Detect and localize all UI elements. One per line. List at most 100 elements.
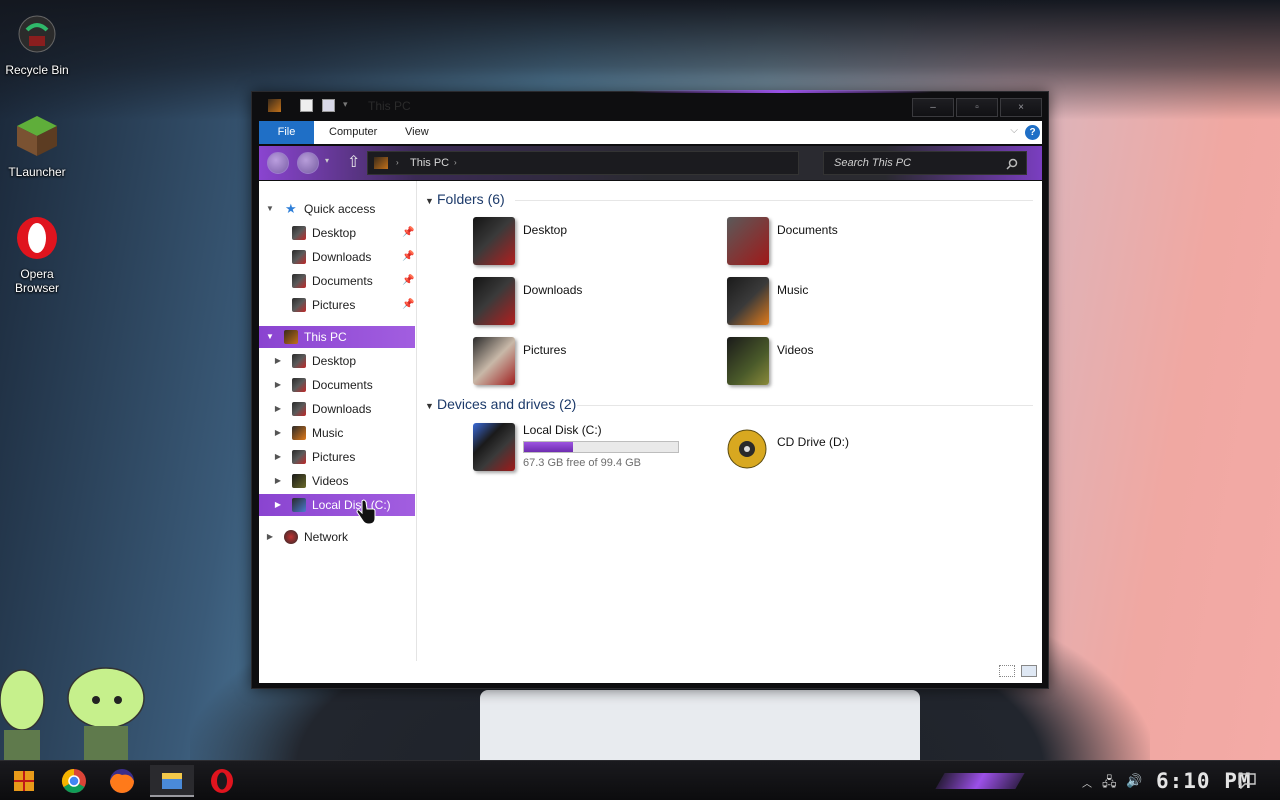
desktop-icon-label: Opera Browser — [14, 267, 59, 295]
nav-label: Desktop — [312, 226, 357, 240]
taskbar-app-file-explorer[interactable] — [150, 765, 194, 797]
nav-pc-desktop[interactable]: ▶ Desktop — [259, 350, 415, 372]
collapse-icon[interactable]: ▼ — [425, 401, 437, 411]
taskbar-app-opera[interactable] — [200, 765, 244, 797]
nav-pc-videos[interactable]: ▶ Videos — [259, 470, 415, 492]
nav-label: Downloads — [312, 402, 372, 416]
nav-qa-desktop[interactable]: Desktop 📌 — [259, 222, 415, 244]
pin-icon[interactable]: 📌 — [402, 246, 414, 268]
folder-tile-desktop[interactable]: Desktop — [473, 217, 713, 271]
nav-qa-documents[interactable]: Documents 📌 — [259, 270, 415, 292]
documents-folder-icon — [292, 274, 306, 288]
nav-network[interactable]: ▶ Network — [259, 526, 415, 548]
this-pc-icon — [374, 157, 388, 169]
start-button[interactable] — [2, 765, 46, 797]
nav-pc-pictures[interactable]: ▶ Pictures — [259, 446, 415, 468]
wallpaper-shirt — [480, 690, 920, 760]
folders-group-header[interactable]: ▼ Folders (6) — [425, 191, 505, 207]
desktop-folder-icon — [292, 354, 306, 368]
maximize-button[interactable]: ▫ — [956, 98, 998, 117]
content-area: ▼ ★ Quick access Desktop 📌 Downloads 📌 D… — [259, 181, 1042, 683]
large-icons-view-icon[interactable] — [1021, 665, 1037, 677]
folder-tile-downloads[interactable]: Downloads — [473, 277, 713, 331]
videos-folder-icon — [727, 337, 769, 385]
drive-usage-bar — [523, 441, 679, 453]
search-icon[interactable] — [1006, 158, 1018, 170]
wallpaper-character-right — [67, 667, 145, 760]
volume-icon[interactable]: 🔊 — [1126, 773, 1142, 789]
taskbar-app-firefox[interactable] — [100, 765, 144, 797]
details-view-icon[interactable] — [999, 665, 1015, 677]
drive-tile-c[interactable]: Local Disk (C:) 67.3 GB free of 99.4 GB — [473, 423, 713, 477]
title-bar[interactable]: ▾ This PC – ▫ × — [252, 92, 1048, 120]
address-bar[interactable]: › This PC › — [367, 151, 799, 175]
forward-button[interactable] — [297, 152, 319, 174]
search-placeholder: Search This PC — [834, 157, 912, 169]
expand-icon[interactable]: ▶ — [273, 446, 283, 468]
local-disk-icon — [473, 423, 515, 471]
drive-tile-d[interactable]: CD Drive (D:) — [727, 423, 967, 477]
help-icon[interactable]: ? — [1025, 125, 1040, 140]
pin-icon[interactable]: 📌 — [402, 222, 414, 244]
nav-label: This PC — [304, 330, 347, 344]
folder-tile-videos[interactable]: Videos — [727, 337, 967, 391]
nav-this-pc[interactable]: ▼ This PC — [259, 326, 415, 348]
expand-icon[interactable]: ▶ — [265, 526, 275, 548]
close-button[interactable]: × — [1000, 98, 1042, 117]
nav-qa-pictures[interactable]: Pictures 📌 — [259, 294, 415, 316]
nav-pc-documents[interactable]: ▶ Documents — [259, 374, 415, 396]
tile-label: Videos — [777, 343, 814, 357]
qa-dropdown-icon[interactable]: ▾ — [343, 99, 356, 112]
search-box[interactable]: Search This PC — [823, 151, 1027, 175]
pin-icon[interactable]: 📌 — [402, 294, 414, 316]
collapse-icon[interactable]: ▼ — [265, 326, 275, 348]
ribbon-expand-icon[interactable]: ⌵ — [1010, 125, 1018, 136]
desktop-icon-opera[interactable]: Opera Browser — [4, 216, 70, 295]
tab-view[interactable]: View — [405, 121, 429, 144]
folder-tile-pictures[interactable]: Pictures — [473, 337, 713, 391]
nav-label: Downloads — [312, 250, 372, 264]
expand-icon[interactable]: ▶ — [273, 422, 283, 444]
address-crumb[interactable]: This PC — [410, 157, 449, 169]
folder-tile-music[interactable]: Music — [727, 277, 967, 331]
folder-tile-documents[interactable]: Documents — [727, 217, 967, 271]
nav-quick-access[interactable]: ▼ ★ Quick access — [259, 198, 415, 220]
expand-icon[interactable]: ▶ — [273, 350, 283, 372]
tab-computer[interactable]: Computer — [329, 121, 377, 144]
music-folder-icon — [292, 426, 306, 440]
expand-icon[interactable]: ▶ — [273, 470, 283, 492]
nav-pc-downloads[interactable]: ▶ Downloads — [259, 398, 415, 420]
desktop-icon-tlauncher[interactable]: TLauncher — [4, 114, 70, 179]
nav-qa-downloads[interactable]: Downloads 📌 — [259, 246, 415, 268]
show-hidden-icons-icon[interactable]: ︿ — [1082, 775, 1092, 790]
pin-icon[interactable]: 📌 — [402, 270, 414, 292]
expand-icon[interactable]: ▶ — [273, 374, 283, 396]
pictures-folder-icon — [292, 298, 306, 312]
desktop-folder-icon — [292, 226, 306, 240]
expand-icon[interactable]: ▶ — [273, 398, 283, 420]
properties-icon[interactable] — [300, 99, 313, 112]
nav-pc-music[interactable]: ▶ Music — [259, 422, 415, 444]
tab-file[interactable]: File — [259, 121, 314, 144]
expand-icon[interactable]: ▶ — [273, 494, 283, 516]
up-arrow-icon[interactable]: ⇧ — [347, 152, 360, 172]
drive-free-space: 67.3 GB free of 99.4 GB — [523, 457, 642, 469]
collapse-icon[interactable]: ▼ — [265, 198, 275, 220]
group-title: Devices and drives (2) — [437, 396, 577, 412]
notifications-icon[interactable] — [1238, 773, 1256, 789]
desktop-icon-recycle-bin[interactable]: Recycle Bin — [4, 12, 70, 77]
recent-locations-icon[interactable]: ▾ — [325, 156, 329, 165]
network-tray-icon[interactable]: 🖧 — [1102, 773, 1117, 795]
new-folder-icon[interactable] — [322, 99, 335, 112]
documents-folder-icon — [292, 378, 306, 392]
minimize-button[interactable]: – — [912, 98, 954, 117]
desktop-icon-label: Recycle Bin — [5, 63, 69, 77]
nav-pc-local-disk[interactable]: ▶ Local Disk (C:) — [259, 494, 415, 516]
nav-label: Desktop — [312, 354, 357, 368]
this-pc-icon — [284, 330, 298, 344]
collapse-icon[interactable]: ▼ — [425, 196, 437, 206]
chevron-right-icon[interactable]: › — [454, 158, 457, 167]
taskbar-app-chrome[interactable] — [52, 765, 96, 797]
devices-group-header[interactable]: ▼ Devices and drives (2) — [425, 396, 576, 412]
back-button[interactable] — [267, 152, 289, 174]
